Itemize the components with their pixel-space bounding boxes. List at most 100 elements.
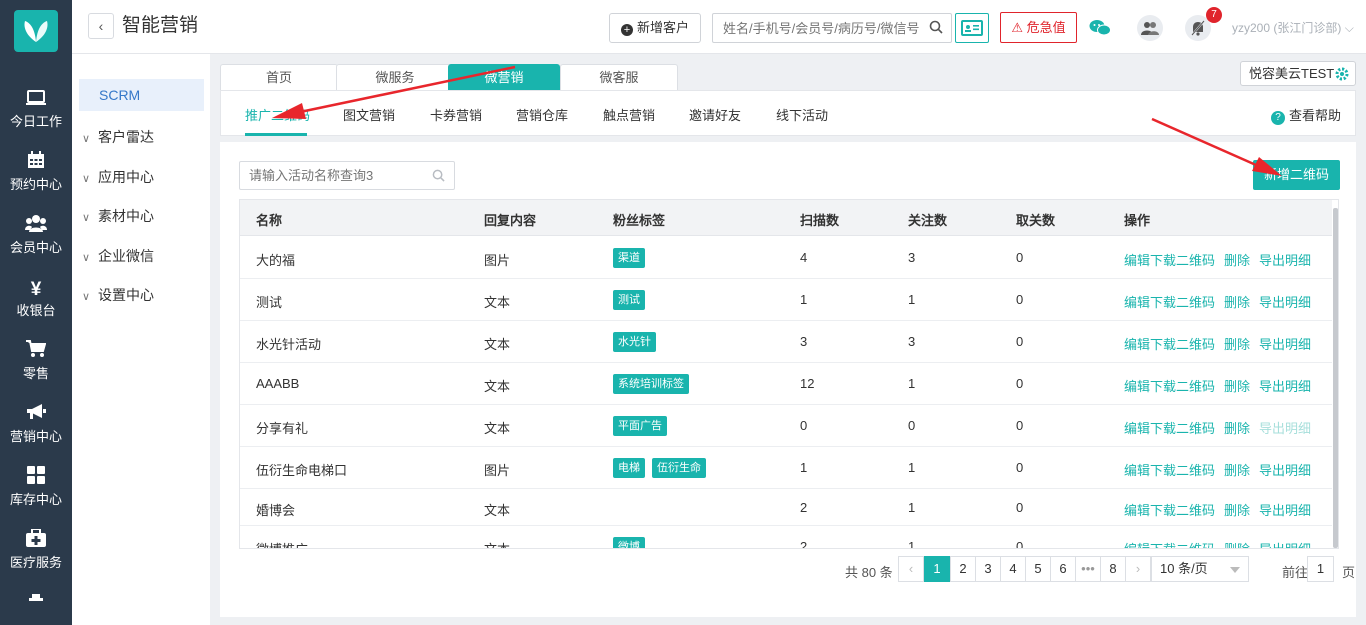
- goto-page-input[interactable]: 1: [1307, 556, 1334, 582]
- tab-home[interactable]: 首页: [220, 64, 338, 90]
- page-button[interactable]: 3: [975, 556, 1001, 582]
- side-menu-label: 企业微信: [98, 248, 154, 264]
- cell-name: 水光针活动: [256, 337, 322, 352]
- tab-micro-marketing[interactable]: 微营销: [448, 64, 560, 90]
- cell-name: 婚博会: [256, 503, 296, 518]
- delete-link[interactable]: 删除: [1224, 542, 1250, 548]
- content-panel: 新增二维码 名称 回复内容 粉丝标签 扫描数 关注数 取关数 操作 大的福图片渠…: [220, 142, 1356, 617]
- delete-link[interactable]: 删除: [1224, 337, 1250, 352]
- global-search-input[interactable]: [713, 14, 923, 42]
- edit-download-qrcode-link[interactable]: 编辑下载二维码: [1124, 379, 1215, 394]
- nav-item-marketing[interactable]: 营销中心: [0, 397, 72, 457]
- nav-item-appointment[interactable]: 预约中心: [0, 145, 72, 205]
- column-header: 回复内容: [484, 213, 537, 228]
- side-menu-item-settings[interactable]: ∨ 设置中心: [82, 285, 154, 305]
- side-menu-label: 素材中心: [98, 208, 154, 224]
- subtab-warehouse[interactable]: 营销仓库: [516, 105, 568, 124]
- cell-tags: 测试: [613, 290, 652, 310]
- prev-page-button[interactable]: ‹: [898, 556, 924, 582]
- activity-search-input[interactable]: [240, 162, 425, 189]
- nav-item-members[interactable]: 会员中心: [0, 208, 72, 268]
- export-detail-link[interactable]: 导出明细: [1259, 253, 1311, 268]
- add-qrcode-button[interactable]: 新增二维码: [1253, 160, 1340, 190]
- edit-download-qrcode-link[interactable]: 编辑下载二维码: [1124, 337, 1215, 352]
- edit-download-qrcode-link[interactable]: 编辑下载二维码: [1124, 295, 1215, 310]
- side-menu-item-scrm[interactable]: SCRM: [79, 79, 204, 111]
- cell-name: 大的福: [256, 253, 296, 268]
- page-button[interactable]: 5: [1025, 556, 1051, 582]
- wechat-button[interactable]: [1087, 15, 1113, 41]
- page-button[interactable]: 8: [1100, 556, 1126, 582]
- nav-item-today[interactable]: 今日工作: [0, 82, 72, 142]
- cell-tags: 渠道: [613, 248, 652, 268]
- nav-item-inventory[interactable]: 库存中心: [0, 460, 72, 520]
- more-icon[interactable]: [29, 590, 43, 605]
- back-button[interactable]: ‹: [88, 13, 114, 39]
- subtab-coupon[interactable]: 卡券营销: [430, 105, 482, 124]
- export-detail-link[interactable]: 导出明细: [1259, 379, 1311, 394]
- delete-link[interactable]: 删除: [1224, 503, 1250, 518]
- table-row: AAABB 文本 系统培训标签 12 1 0 编辑下载二维码 删除 导出明细: [240, 363, 1332, 405]
- tab-micro-service[interactable]: 微服务: [336, 64, 454, 90]
- subtab-touchpoint[interactable]: 触点营销: [603, 105, 655, 124]
- nav-item-medical[interactable]: 医疗服务: [0, 523, 72, 583]
- brand-switcher[interactable]: 悦容美云TEST: [1240, 61, 1356, 86]
- subtab-invite[interactable]: 邀请好友: [689, 105, 741, 124]
- subtab-qrcode[interactable]: 推广二维码: [245, 105, 310, 124]
- tab-micro-support[interactable]: 微客服: [560, 64, 678, 90]
- page-button[interactable]: 2: [950, 556, 976, 582]
- nav-item-retail[interactable]: 零售: [0, 334, 72, 394]
- id-card-button[interactable]: [955, 13, 989, 43]
- danger-value-button[interactable]: ⚠ 危急值: [1000, 12, 1077, 43]
- search-icon[interactable]: [432, 169, 445, 182]
- export-detail-link[interactable]: 导出明细: [1259, 337, 1311, 352]
- side-menu-item-radar[interactable]: ∨ 客户雷达: [82, 127, 154, 147]
- delete-link[interactable]: 删除: [1224, 463, 1250, 478]
- side-menu-item-materials[interactable]: ∨ 素材中心: [82, 206, 154, 226]
- next-page-button[interactable]: ›: [1125, 556, 1151, 582]
- export-detail-link[interactable]: 导出明细: [1259, 463, 1311, 478]
- nav-item-cashier[interactable]: ¥ 收银台: [0, 271, 72, 331]
- page-size-select[interactable]: 10 条/页: [1151, 556, 1249, 582]
- edit-download-qrcode-link[interactable]: 编辑下载二维码: [1124, 463, 1215, 478]
- group-button[interactable]: [1137, 15, 1163, 41]
- cell-actions: 编辑下载二维码删除导出明细: [1124, 292, 1320, 311]
- delete-link[interactable]: 删除: [1224, 379, 1250, 394]
- edit-download-qrcode-link[interactable]: 编辑下载二维码: [1124, 421, 1215, 436]
- delete-link[interactable]: 删除: [1224, 421, 1250, 436]
- side-menu-item-apps[interactable]: ∨ 应用中心: [82, 167, 154, 187]
- subtab-offline[interactable]: 线下活动: [776, 105, 828, 124]
- cell-follow-count: 1: [908, 376, 916, 391]
- sub-tabs: 推广二维码 图文营销 卡券营销 营销仓库 触点营销 邀请好友 线下活动 ? 查看帮…: [220, 90, 1356, 136]
- export-detail-link[interactable]: 导出明细: [1259, 503, 1311, 518]
- export-detail-link[interactable]: 导出明细: [1259, 421, 1311, 436]
- page-button[interactable]: 1: [924, 556, 950, 582]
- edit-download-qrcode-link[interactable]: 编辑下载二维码: [1124, 253, 1215, 268]
- side-menu-item-wecom[interactable]: ∨ 企业微信: [82, 246, 154, 266]
- help-link[interactable]: ? 查看帮助: [1270, 105, 1341, 125]
- subtab-article[interactable]: 图文营销: [343, 105, 395, 124]
- page-button[interactable]: 6: [1050, 556, 1076, 582]
- edit-download-qrcode-link[interactable]: 编辑下载二维码: [1124, 503, 1215, 518]
- cell-name: AAABB: [256, 376, 300, 391]
- page-ellipsis[interactable]: •••: [1075, 556, 1101, 582]
- chevron-down-icon: ∨: [82, 252, 91, 264]
- export-detail-link[interactable]: 导出明细: [1259, 542, 1311, 548]
- edit-download-qrcode-link[interactable]: 编辑下载二维码: [1124, 542, 1215, 548]
- page-button[interactable]: 4: [1000, 556, 1026, 582]
- cell-follow-count: 3: [908, 334, 916, 349]
- fan-tag: 平面广告: [613, 416, 667, 436]
- fan-tag: 微博: [613, 537, 645, 548]
- cell-reply: 文本: [484, 539, 510, 548]
- delete-link[interactable]: 删除: [1224, 253, 1250, 268]
- add-customer-button[interactable]: + 新增客户: [609, 13, 701, 43]
- fan-tag: 电梯: [613, 458, 645, 478]
- user-menu[interactable]: yzy200 (张江门诊部) ⌵: [1232, 19, 1354, 36]
- delete-link[interactable]: 删除: [1224, 295, 1250, 310]
- vertical-scrollbar[interactable]: [1333, 208, 1338, 548]
- search-icon[interactable]: [929, 20, 943, 34]
- chevron-down-icon: ∨: [82, 212, 91, 224]
- app-logo[interactable]: [14, 10, 58, 52]
- export-detail-link[interactable]: 导出明细: [1259, 295, 1311, 310]
- fan-tag: 系统培训标签: [613, 374, 689, 394]
